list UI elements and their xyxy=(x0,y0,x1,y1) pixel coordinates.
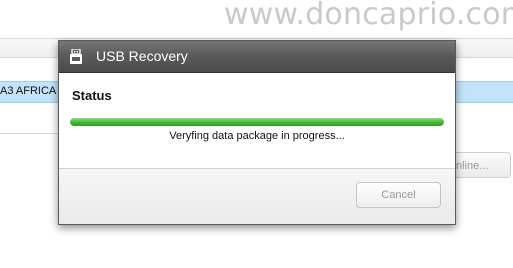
cancel-button[interactable]: Cancel xyxy=(356,182,441,208)
dialog-titlebar[interactable]: USB Recovery xyxy=(59,41,455,73)
usb-device-icon xyxy=(70,49,82,64)
progress-message: Veryfing data package in progress... xyxy=(169,130,345,142)
status-heading: Status xyxy=(72,88,112,103)
dialog-title: USB Recovery xyxy=(96,48,188,64)
background-online-button[interactable]: nline... xyxy=(452,152,511,178)
background-panel-divider xyxy=(0,133,60,134)
watermark-text: www.doncaprio.com xyxy=(224,0,513,32)
background-selected-row-label: A3 AFRICA xyxy=(0,85,57,97)
progress-bar xyxy=(70,118,444,126)
progress-bar-fill xyxy=(70,118,444,126)
usb-recovery-dialog: USB Recovery Status Veryfing data packag… xyxy=(58,40,456,225)
dialog-footer: Cancel xyxy=(59,168,455,224)
